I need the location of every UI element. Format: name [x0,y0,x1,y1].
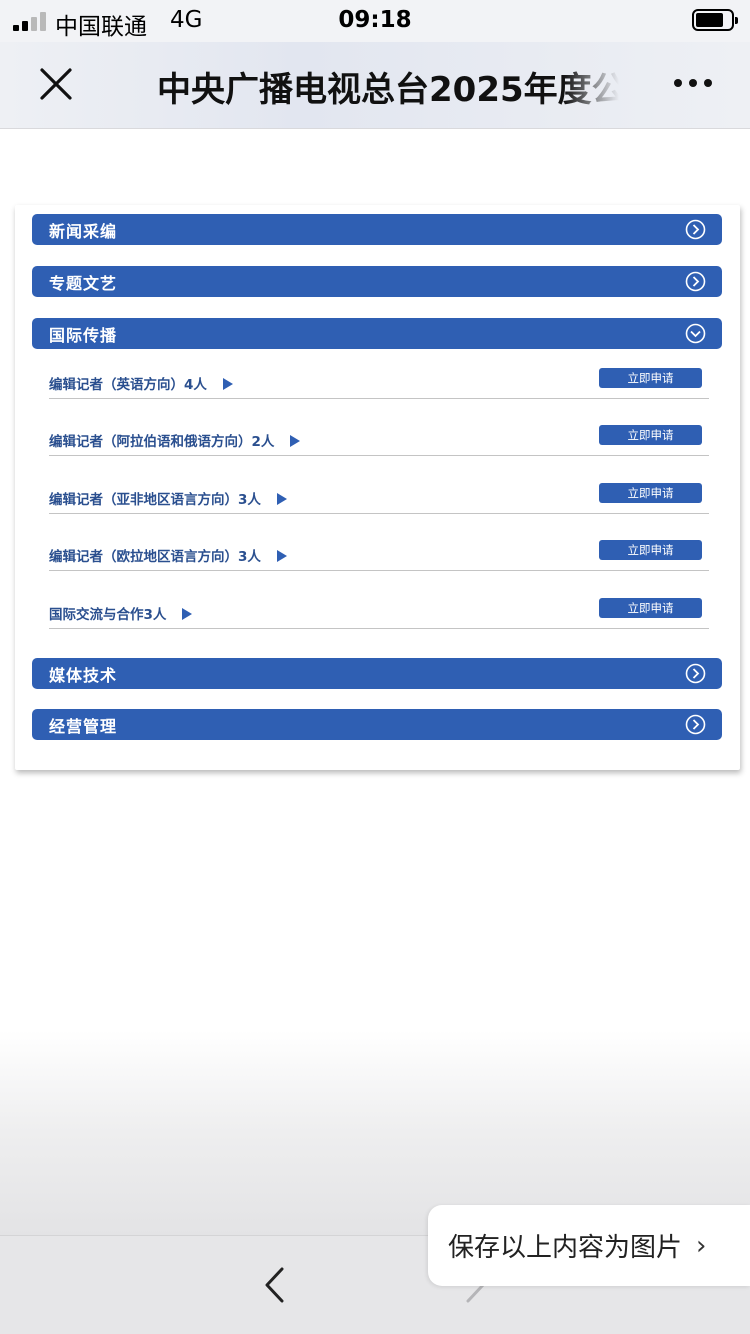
play-arrow-icon [276,493,287,505]
apply-button[interactable]: 立即申请 [599,483,702,503]
job-category-card: 新闻采编 专题文艺 国际传播 编辑记者（英语方向）4人 立即申请 编辑记者（阿拉… [15,205,740,770]
section-feature-arts[interactable]: 专题文艺 [32,266,722,297]
play-arrow-icon [276,550,287,562]
apply-button[interactable]: 立即申请 [599,425,702,445]
section-news-editing[interactable]: 新闻采编 [32,214,722,245]
chevron-right-icon: › [696,1230,707,1261]
job-row: 编辑记者（欧拉地区语言方向）3人 立即申请 [49,540,709,571]
apply-button[interactable]: 立即申请 [599,540,702,560]
play-arrow-icon [182,608,193,620]
save-as-image-label: 保存以上内容为图片 [448,1233,683,1263]
section-label: 经营管理 [49,716,118,736]
clock: 09:18 [338,7,412,33]
job-row: 编辑记者（阿拉伯语和俄语方向）2人 立即申请 [49,425,709,456]
chevron-right-circle-icon [685,663,706,684]
close-icon[interactable] [38,66,74,102]
job-title-link[interactable]: 编辑记者（英语方向）4人 [49,373,233,393]
job-row: 国际交流与合作3人 立即申请 [49,598,709,629]
section-international-communication[interactable]: 国际传播 [32,318,722,349]
job-row: 编辑记者（亚非地区语言方向）3人 立即申请 [49,483,709,514]
section-label: 新闻采编 [49,221,118,241]
section-label: 专题文艺 [49,273,118,293]
section-business-management[interactable]: 经营管理 [32,709,722,740]
page-title: 中央广播电视总台2025年度公开招聘 [157,70,619,110]
section-media-technology[interactable]: 媒体技术 [32,658,722,689]
section-label: 媒体技术 [49,665,118,685]
nav-header: 中央广播电视总台2025年度公开招聘 [0,42,750,129]
chevron-down-circle-icon [685,323,706,344]
more-options-icon[interactable] [674,79,712,87]
job-row: 编辑记者（英语方向）4人 立即申请 [49,368,709,399]
job-title-link[interactable]: 编辑记者（欧拉地区语言方向）3人 [49,545,287,565]
status-bar: 中国联通 4G 09:18 [0,0,750,42]
job-title-link[interactable]: 编辑记者（阿拉伯语和俄语方向）2人 [49,430,301,450]
chevron-right-circle-icon [685,219,706,240]
chevron-right-circle-icon [685,714,706,735]
play-arrow-icon [290,435,301,447]
play-arrow-icon [222,378,233,390]
battery-icon [692,9,738,31]
section-label: 国际传播 [49,325,118,345]
chevron-right-circle-icon [685,271,706,292]
apply-button[interactable]: 立即申请 [599,598,702,618]
back-arrow-icon[interactable] [262,1266,288,1304]
job-title-link[interactable]: 编辑记者（亚非地区语言方向）3人 [49,488,287,508]
apply-button[interactable]: 立即申请 [599,368,702,388]
save-as-image-button[interactable]: 保存以上内容为图片 › [428,1205,750,1286]
job-title-link[interactable]: 国际交流与合作3人 [49,603,193,623]
